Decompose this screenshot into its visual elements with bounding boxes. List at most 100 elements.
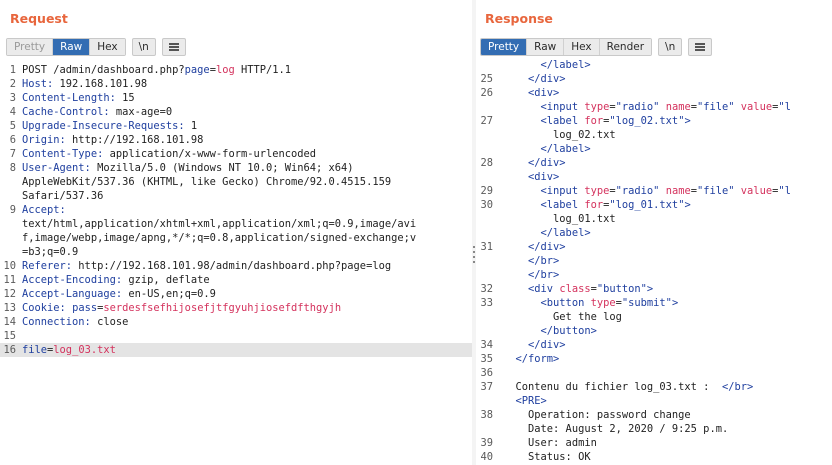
code-text: Upgrade-Insecure-Requests: 1	[18, 119, 472, 133]
request-toolbar: Pretty Raw Hex \n	[6, 38, 186, 56]
code-line[interactable]: 5 Upgrade-Insecure-Requests: 1	[0, 119, 472, 133]
line-number: 40	[480, 451, 493, 463]
code-line[interactable]: 30 <label for="log_01.txt">	[476, 198, 832, 212]
code-line[interactable]: log_02.txt	[476, 128, 832, 142]
code-line[interactable]: 40 Status: OK	[476, 450, 832, 464]
splitter-grip-icon[interactable]	[473, 246, 475, 264]
response-tab-pretty[interactable]: Pretty	[481, 39, 528, 55]
code-line[interactable]: f,image/webp,image/apng,*/*;q=0.8,applic…	[0, 231, 472, 245]
line-number: 8	[9, 162, 16, 174]
response-tab-raw[interactable]: Raw	[527, 39, 565, 55]
request-tab-hex[interactable]: Hex	[90, 39, 125, 55]
code-line[interactable]: 31 </div>	[476, 240, 832, 254]
code-line[interactable]: Get the log	[476, 310, 832, 324]
code-token: <input	[503, 101, 585, 113]
request-title: Request	[10, 11, 68, 26]
code-text: Accept:	[18, 203, 472, 217]
code-line[interactable]: 2 Host: 192.168.101.98	[0, 77, 472, 91]
line-number	[476, 254, 493, 268]
code-token: "submit"	[621, 297, 672, 309]
response-editor[interactable]: </label> 25 </div> 26 <div> <input type="r…	[476, 58, 832, 465]
code-line[interactable]: 4 Cache-Control: max-age=0	[0, 105, 472, 119]
code-token: <input	[503, 185, 585, 197]
code-line[interactable]: </label>	[476, 58, 832, 72]
code-line[interactable]: =b3;q=0.9	[0, 245, 472, 259]
request-tab-raw[interactable]: Raw	[53, 39, 91, 55]
code-token: Accept:	[22, 204, 66, 216]
code-line[interactable]: 14 Connection: close	[0, 315, 472, 329]
code-text: text/html,application/xhtml+xml,applicat…	[18, 217, 472, 231]
code-line[interactable]: 11 Accept-Encoding: gzip, deflate	[0, 273, 472, 287]
response-newline-toggle-button[interactable]: \n	[658, 38, 683, 56]
code-line[interactable]: </button>	[476, 324, 832, 338]
code-line[interactable]: 33 <button type="submit">	[476, 296, 832, 310]
request-editor[interactable]: 1 POST /admin/dashboard.php?page=log HTTP…	[0, 63, 472, 465]
code-token: f,image/webp,image/apng,*/*;q=0.8,applic…	[22, 232, 417, 244]
code-line[interactable]: 3 Content-Length: 15	[0, 91, 472, 105]
code-line[interactable]: </br>	[476, 268, 832, 282]
code-line[interactable]: 37 Contenu du fichier log_03.txt : </br>	[476, 380, 832, 394]
code-line[interactable]: 38 Operation: password change	[476, 408, 832, 422]
code-line[interactable]: text/html,application/xhtml+xml,applicat…	[0, 217, 472, 231]
code-token: >	[684, 199, 691, 211]
code-line[interactable]: 32 <div class="button">	[476, 282, 832, 296]
code-token: Cookie:	[22, 302, 66, 314]
code-line[interactable]: </br>	[476, 254, 832, 268]
code-line[interactable]: 13 Cookie: pass=serdesfsefhijosefjtfgyuhj…	[0, 301, 472, 315]
response-menu-button[interactable]	[688, 38, 713, 56]
line-number: 28	[480, 157, 493, 169]
code-line[interactable]: <div>	[476, 170, 832, 184]
code-line[interactable]: </label>	[476, 226, 832, 240]
line-number	[476, 100, 493, 114]
code-text: Origin: http://192.168.101.98	[18, 133, 472, 147]
code-line[interactable]: 27 <label for="log_02.txt">	[476, 114, 832, 128]
response-tab-hex[interactable]: Hex	[564, 39, 600, 55]
code-line[interactable]: 1 POST /admin/dashboard.php?page=log HTTP…	[0, 63, 472, 77]
code-line[interactable]: 16 file=log_03.txt	[0, 343, 472, 357]
code-line[interactable]: 7 Content-Type: application/x-www-form-ur…	[0, 147, 472, 161]
code-token: User: admin	[503, 437, 597, 449]
code-line[interactable]: 25 </div>	[476, 72, 832, 86]
request-newline-toggle-button[interactable]: \n	[131, 38, 156, 56]
code-line[interactable]: AppleWebKit/537.36 (KHTML, like Gecko) C…	[0, 175, 472, 189]
code-line[interactable]: 9 Accept:	[0, 203, 472, 217]
request-menu-button[interactable]	[161, 38, 186, 56]
code-line[interactable]: Date: August 2, 2020 / 9:25 p.m.	[476, 422, 832, 436]
code-token: class	[559, 283, 591, 295]
code-line[interactable]: 29 <input type="radio" name="file" value…	[476, 184, 832, 198]
code-line[interactable]: <input type="radio" name="file" value="l	[476, 100, 832, 114]
code-line[interactable]: 39 User: admin	[476, 436, 832, 450]
response-tab-render[interactable]: Render	[599, 39, 652, 55]
line-number	[476, 58, 493, 72]
code-line[interactable]: <PRE>	[476, 394, 832, 408]
line-number	[0, 175, 18, 189]
line-number	[476, 128, 493, 142]
line-number: 30	[480, 199, 493, 211]
line-number: 38	[480, 409, 493, 421]
code-line[interactable]: 26 <div>	[476, 86, 832, 100]
code-line[interactable]: Safari/537.36	[0, 189, 472, 203]
code-line[interactable]: 12 Accept-Language: en-US,en;q=0.9	[0, 287, 472, 301]
code-token: "file"	[696, 185, 735, 197]
code-line[interactable]: 15	[0, 329, 472, 343]
line-number	[0, 245, 18, 259]
code-line[interactable]: 10 Referer: http://192.168.101.98/admin/d…	[0, 259, 472, 273]
code-text: </br>	[493, 268, 832, 282]
response-view-tabs: Pretty Raw Hex Render	[480, 38, 653, 56]
code-token: </div>	[503, 339, 566, 351]
code-token: Contenu du fichier log_03.txt :	[503, 381, 722, 393]
code-token: POST /admin/dashboard.php?	[22, 64, 185, 76]
code-line[interactable]: 8 User-Agent: Mozilla/5.0 (Windows NT 10.…	[0, 161, 472, 175]
code-line[interactable]: 6 Origin: http://192.168.101.98	[0, 133, 472, 147]
code-line[interactable]: 34 </div>	[476, 338, 832, 352]
code-line[interactable]: 36	[476, 366, 832, 380]
code-line[interactable]: 35 </form>	[476, 352, 832, 366]
request-tab-pretty[interactable]: Pretty	[7, 39, 54, 55]
line-number: 15	[3, 330, 16, 342]
code-token: Accept-Encoding:	[22, 274, 123, 286]
code-text: Host: 192.168.101.98	[18, 77, 472, 91]
code-line[interactable]: </label>	[476, 142, 832, 156]
code-line[interactable]: log_01.txt	[476, 212, 832, 226]
code-line[interactable]: 28 </div>	[476, 156, 832, 170]
code-text: Cache-Control: max-age=0	[18, 105, 472, 119]
